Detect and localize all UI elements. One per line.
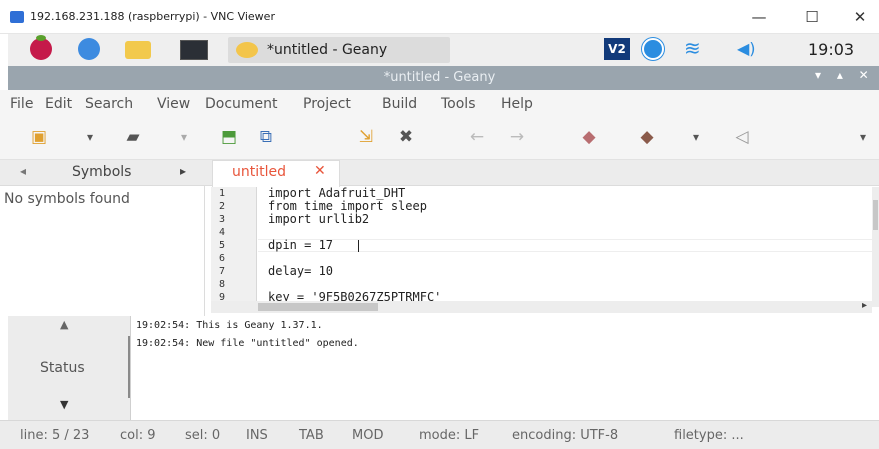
menu-file[interactable]: File — [10, 96, 33, 112]
file-manager-icon[interactable] — [125, 41, 151, 59]
code-line: delay= 10 — [268, 264, 334, 278]
status-line-ending: mode: LF — [419, 428, 480, 443]
taskbar-geany-label: *untitled - Geany — [267, 42, 388, 58]
vertical-scroll-thumb[interactable] — [873, 200, 878, 230]
document-tab-label: untitled — [232, 164, 287, 180]
raspberry-menu-icon[interactable] — [30, 35, 52, 60]
line-number: 4 — [219, 227, 226, 238]
menu-project[interactable]: Project — [303, 96, 351, 112]
tab-scroll-down-icon[interactable]: ▼ — [60, 398, 68, 411]
tab-scroll-up-icon[interactable]: ▲ — [60, 318, 68, 331]
menu-help[interactable]: Help — [501, 96, 533, 112]
build-dropdown-icon[interactable]: ▾ — [685, 126, 707, 148]
line-number: 6 — [219, 253, 226, 264]
build-icon[interactable]: ◆ — [636, 126, 658, 148]
forward-arrow-icon[interactable]: → — [506, 126, 528, 148]
line-number-gutter: 1 2 3 4 5 6 7 8 9 — [211, 187, 257, 301]
status-mod: MOD — [352, 428, 384, 443]
status-sel: sel: 0 — [185, 428, 221, 443]
vnc-close-button[interactable]: ✕ — [848, 6, 872, 28]
text-caret — [358, 240, 359, 252]
open-dropdown-icon[interactable]: ▾ — [173, 126, 195, 148]
line-number: 9 — [219, 292, 226, 301]
line-number: 1 — [219, 188, 226, 199]
status-message: 19:02:54: New file "untitled" opened. — [136, 338, 359, 349]
compile-icon[interactable]: ◆ — [578, 126, 600, 148]
menu-view[interactable]: View — [157, 96, 190, 112]
new-dropdown-icon[interactable]: ▾ — [79, 126, 101, 148]
tab-status[interactable]: Status — [40, 360, 85, 376]
revert-icon[interactable]: ⇲ — [355, 126, 377, 148]
current-line-highlight — [258, 239, 872, 252]
menu-edit[interactable]: Edit — [45, 96, 72, 112]
bluetooth-tray-icon[interactable] — [642, 38, 664, 60]
menu-build[interactable]: Build — [382, 96, 417, 112]
menu-tools[interactable]: Tools — [441, 96, 476, 112]
volume-tray-icon[interactable]: ◀) — [737, 39, 756, 58]
back-arrow-icon[interactable]: ← — [466, 126, 488, 148]
status-encoding: encoding: UTF-8 — [512, 428, 619, 443]
wifi-tray-icon[interactable]: ≋ — [684, 36, 701, 60]
vnc-tray-icon[interactable]: V2 — [604, 38, 630, 60]
status-message: 19:02:54: This is Geany 1.37.1. — [136, 320, 323, 331]
vnc-minimize-button[interactable]: — — [747, 6, 771, 28]
menu-document[interactable]: Document — [205, 96, 278, 112]
status-tab-mode: TAB — [299, 428, 324, 443]
close-file-icon[interactable]: ✖ — [395, 126, 417, 148]
terminal-icon[interactable] — [180, 40, 208, 60]
status-ins: INS — [246, 428, 268, 443]
status-messages-panel — [131, 316, 879, 420]
new-file-icon[interactable]: ▣ — [28, 126, 50, 148]
vnc-logo-icon — [10, 11, 24, 23]
panel-clock[interactable]: 19:03 — [808, 40, 854, 59]
geany-app-icon — [236, 42, 258, 58]
message-panel-divider — [128, 336, 130, 398]
line-number: 7 — [219, 266, 226, 277]
status-filetype: filetype: ... — [674, 428, 744, 443]
sidebar-prev-tab-icon[interactable]: ◂ — [20, 164, 26, 178]
toolbar-overflow-icon[interactable]: ▾ — [852, 126, 874, 148]
execute-icon[interactable]: ◁ — [731, 126, 753, 148]
web-browser-icon[interactable] — [78, 38, 100, 60]
open-file-icon[interactable]: ▰ — [122, 126, 144, 148]
vnc-maximize-button[interactable]: ☐ — [800, 6, 824, 28]
vnc-window-title: 192.168.231.188 (raspberrypi) - VNC View… — [30, 10, 275, 23]
geany-window-controls[interactable]: ▾ ▴ ✕ — [815, 68, 875, 82]
line-number: 5 — [219, 240, 226, 251]
menu-search[interactable]: Search — [85, 96, 133, 112]
sidebar-next-tab-icon[interactable]: ▸ — [180, 164, 186, 178]
close-tab-icon[interactable]: ✕ — [314, 163, 326, 179]
scroll-right-arrow-icon[interactable]: ▸ — [862, 300, 867, 311]
save-all-icon[interactable]: ⧉ — [255, 126, 277, 148]
line-number: 3 — [219, 214, 226, 225]
line-number: 2 — [219, 201, 226, 212]
status-line: line: 5 / 23 — [20, 428, 90, 443]
status-col: col: 9 — [120, 428, 156, 443]
code-line: key = '9F5B0267Z5PTRMFC' — [268, 290, 442, 302]
save-icon[interactable]: ⬒ — [218, 126, 240, 148]
code-line: import urllib2 — [268, 212, 370, 226]
geany-window-title: *untitled - Geany — [383, 70, 496, 85]
tab-symbols[interactable]: Symbols — [72, 164, 131, 180]
line-number: 8 — [219, 279, 226, 290]
code-line-current: dpin = 17 — [268, 238, 334, 252]
horizontal-scroll-thumb[interactable] — [258, 303, 378, 311]
no-symbols-text: No symbols found — [4, 191, 130, 207]
